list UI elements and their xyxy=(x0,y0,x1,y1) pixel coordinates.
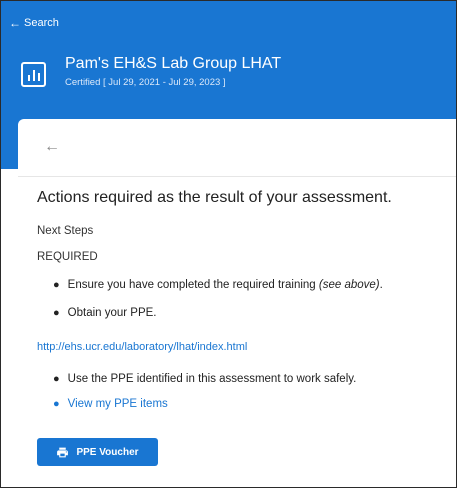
bullet-end: . xyxy=(379,279,383,291)
required-label: REQUIRED xyxy=(37,251,98,263)
list-item: ● View my PPE items xyxy=(53,398,168,410)
section-heading: Actions required as the result of your a… xyxy=(37,189,392,206)
arrow-left-icon: ← xyxy=(9,16,21,30)
page-title: Pam's EH&S Lab Group LHAT xyxy=(65,55,282,72)
back-arrow-icon[interactable]: ← xyxy=(44,138,60,156)
bullet-text: Use the PPE identified in this assessmen… xyxy=(67,373,357,385)
bar-chart-icon xyxy=(21,62,46,87)
bullet-text: Ensure you have completed the required t… xyxy=(67,279,319,291)
view-ppe-items-link[interactable]: View my PPE items xyxy=(68,398,168,410)
list-item: ● Use the PPE identified in this assessm… xyxy=(53,373,357,385)
next-steps-label: Next Steps xyxy=(37,225,94,237)
list-item: ● Obtain your PPE. xyxy=(53,307,157,319)
ppe-voucher-label: PPE Voucher xyxy=(76,446,139,458)
back-to-search-link[interactable]: ← Search xyxy=(9,17,59,29)
certification-dates: Certified [ Jul 29, 2021 - Jul 29, 2023 … xyxy=(65,77,226,88)
list-item: ● Ensure you have completed the required… xyxy=(53,279,383,291)
page-frame: ← Search Pam's EH&S Lab Group LHAT Certi… xyxy=(0,0,457,488)
card-toolbar: ← xyxy=(18,119,456,177)
back-search-label: Search xyxy=(24,17,59,29)
content-card: ← xyxy=(18,119,456,487)
bullet-text: Obtain your PPE. xyxy=(67,307,157,319)
printer-icon xyxy=(57,447,69,457)
bullet-italic: (see above) xyxy=(318,279,380,291)
ppe-voucher-button[interactable]: PPE Voucher xyxy=(37,438,158,466)
lhat-url-link[interactable]: http://ehs.ucr.edu/laboratory/lhat/index… xyxy=(37,341,247,353)
